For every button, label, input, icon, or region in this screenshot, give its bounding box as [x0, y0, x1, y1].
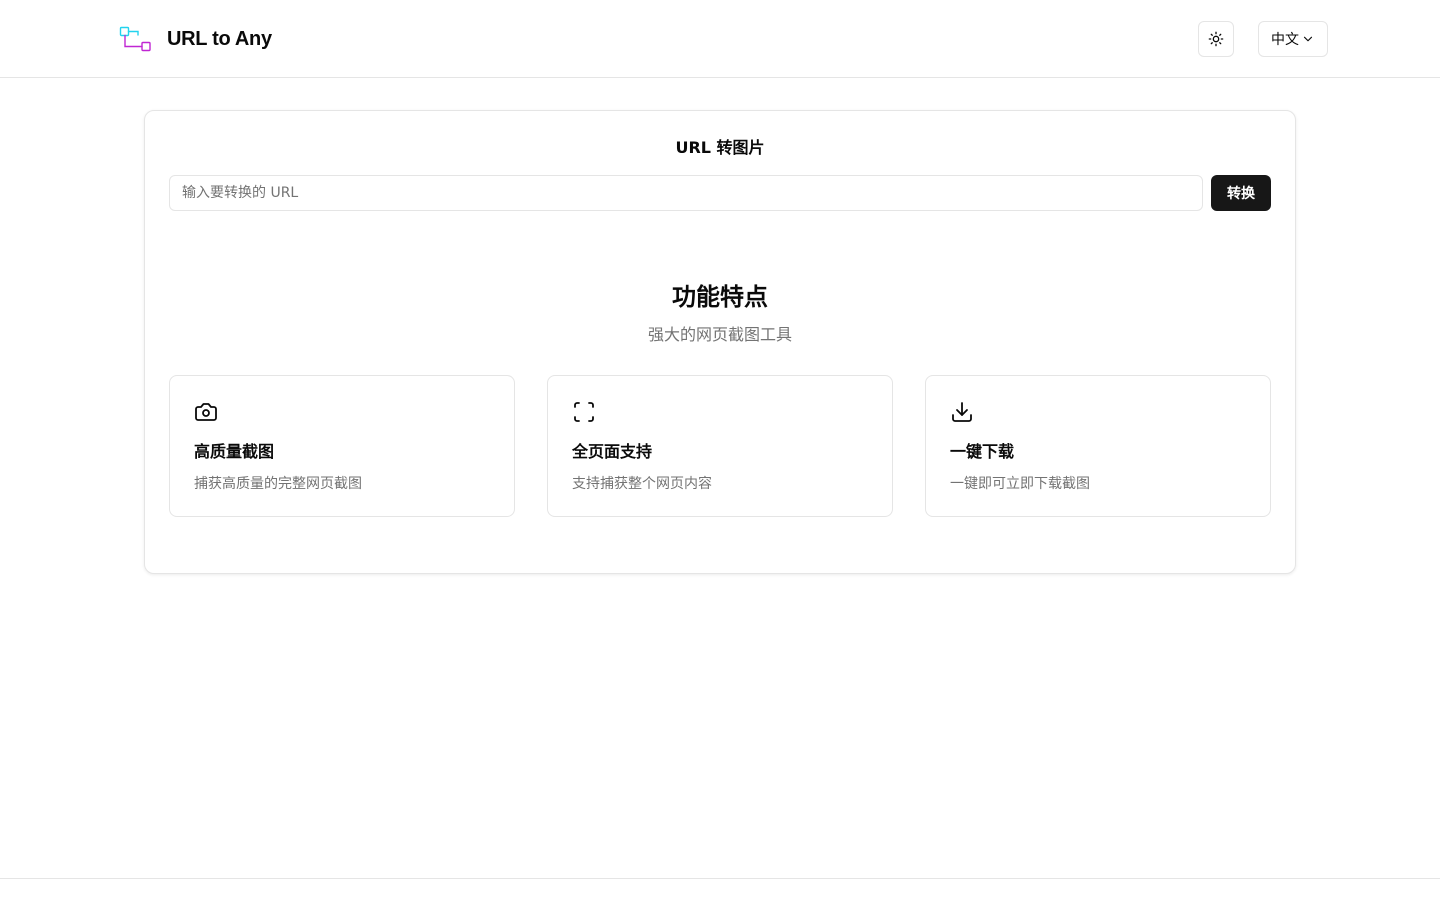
- converter-card: URL 转图片 转换 功能特点 强大的网页截图工具 高质量截图 捕获高质量的完整…: [144, 110, 1296, 574]
- feature-card-high-quality: 高质量截图 捕获高质量的完整网页截图: [169, 375, 515, 517]
- brand-link[interactable]: URL to Any: [118, 22, 272, 56]
- feature-description: 一键即可立即下载截图: [950, 476, 1090, 492]
- language-select-button[interactable]: 中文: [1258, 21, 1328, 57]
- language-label: 中文: [1271, 31, 1299, 47]
- fullscreen-icon: [574, 402, 594, 422]
- feature-card-full-page: 全页面支持 支持捕获整个网页内容: [547, 375, 893, 517]
- feature-title: 一键下载: [950, 442, 1015, 461]
- feature-title: 高质量截图: [194, 442, 275, 461]
- chevron-down-icon: [1303, 36, 1313, 42]
- url-input[interactable]: [169, 175, 1203, 211]
- theme-toggle-button[interactable]: [1198, 21, 1234, 57]
- camera-icon: [195, 403, 217, 421]
- brand-title: URL to Any: [167, 27, 272, 50]
- feature-description: 捕获高质量的完整网页截图: [194, 476, 362, 492]
- url-logo-icon: [119, 26, 151, 52]
- feature-card-download: 一键下载 一键即可立即下载截图: [925, 375, 1271, 517]
- convert-button[interactable]: 转换: [1211, 175, 1271, 211]
- footer-divider: [0, 878, 1440, 879]
- sun-icon: [1208, 31, 1224, 47]
- converter-title: URL 转图片: [675, 138, 765, 157]
- feature-description: 支持捕获整个网页内容: [572, 476, 712, 492]
- features-title: 功能特点: [672, 283, 768, 311]
- feature-title: 全页面支持: [572, 442, 653, 461]
- download-icon: [952, 402, 972, 422]
- features-subtitle: 强大的网页截图工具: [647, 325, 792, 344]
- app-header: URL to Any 中文: [0, 0, 1440, 78]
